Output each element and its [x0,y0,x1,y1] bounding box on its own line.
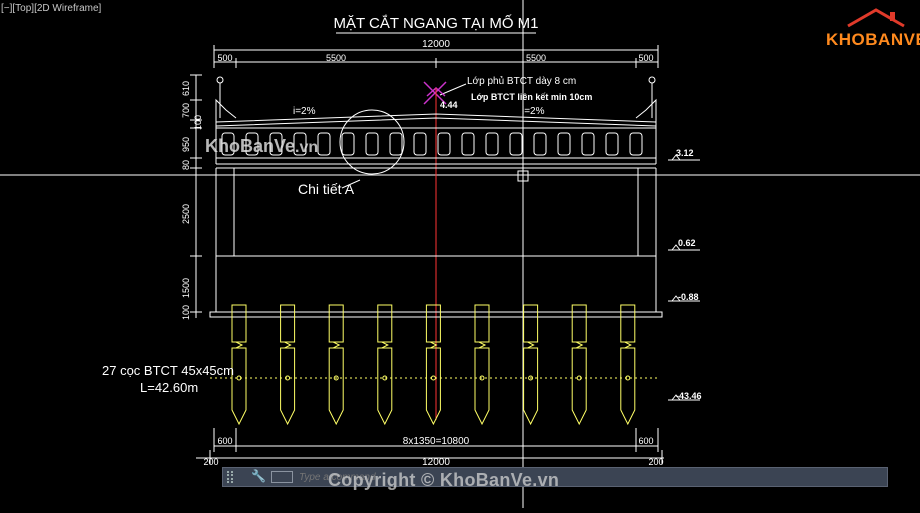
left-dimension-texts: 610 700 100 950 80 2500 1500 100 [181,81,203,320]
watermark-left: KhoBanVe.vn [205,136,319,156]
dim-bottom-right: 600 [638,436,653,446]
dim-top-left-span: 5500 [326,53,346,63]
piles [231,304,636,426]
detail-label: Chi tiết A [298,181,355,197]
svg-text:80: 80 [181,160,191,170]
wrench-icon[interactable]: 🔧 [251,469,266,483]
girder-void [413,132,427,156]
svg-text:950: 950 [181,137,191,152]
pile [231,304,247,426]
dim-top-total: 12000 [422,39,450,50]
dim-top-left-edge: 500 [217,53,232,63]
svg-text:610: 610 [181,81,191,96]
level-minus-43-46: -43.46 [676,391,702,401]
pile [620,304,636,426]
dim-bottom-left: 600 [217,436,232,446]
khobanve-logo: KHOBANVE [826,30,920,49]
girder-void [533,132,547,156]
girder-void [509,132,523,156]
girder-void [341,132,355,156]
svg-text:100: 100 [181,305,191,320]
grip-handle-icon[interactable] [227,471,233,483]
girder-void [437,132,451,156]
girder-void [389,132,403,156]
girder-void [581,132,595,156]
dim-top-right-span: 5500 [526,53,546,63]
drawing-title: MẶT CẮT NGANG TẠI MỐ M1 [333,14,538,32]
pile [571,304,587,426]
command-history-button[interactable] [271,471,293,483]
pile-note-line2: L=42.60m [140,380,198,395]
svg-text:1500: 1500 [181,278,191,298]
dim-base-left: 200 [203,457,218,467]
viewport-controls-label[interactable]: [−][Top][2D Wireframe] [1,3,101,14]
dim-top-right-edge: 500 [638,53,653,63]
pile [328,304,344,426]
pile [474,304,490,426]
crest-level: 4.44 [440,100,458,110]
girder-void [557,132,571,156]
girder-void [605,132,619,156]
left-dimension-lines [190,74,202,318]
drawing-viewport[interactable]: MẶT CẮT NGANG TẠI MỐ M1 12000 500 5500 5… [0,0,920,508]
svg-text:100: 100 [193,115,203,130]
girder-void [317,132,331,156]
girder-void [461,132,475,156]
pile [523,304,539,426]
note-leader [439,83,467,96]
pile [280,304,296,426]
pile [377,304,393,426]
note-overlay: Lớp phủ BTCT dày 8 cm [467,75,576,87]
drawing-canvas[interactable]: MẶT CẮT NGANG TẠI MỐ M1 12000 500 5500 5… [0,0,920,508]
svg-text:700: 700 [181,103,191,118]
dim-base-right: 200 [648,457,663,467]
dim-bottom-middle: 8x1350=10800 [403,436,470,447]
note-layer: Lớp BTCT liên kết min 10cm [471,92,592,102]
pile [425,304,441,426]
girder-void [485,132,499,156]
right-level-marks [668,154,700,401]
pile-note-line1: 27 cọc BTCT 45x45cm [102,363,234,378]
level-0-62: 0.62 [678,238,696,248]
slope-right: i=2% [522,106,545,117]
slope-left: i=2% [293,106,316,117]
copyright-watermark: Copyright © KhoBanVe.vn [328,470,560,490]
level-3-12: 3.12 [676,148,694,158]
girder-void [365,132,379,156]
svg-text:2500: 2500 [181,204,191,224]
level-minus-0-88: -0.88 [678,292,699,302]
girder-void [629,132,643,156]
khobanve-logo-icon [847,8,905,28]
